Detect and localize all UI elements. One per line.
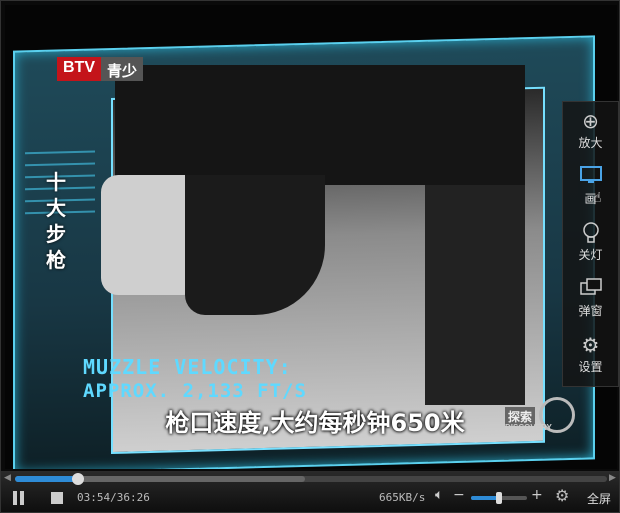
discovery-watermark: 探索 DISCOVERY	[505, 395, 575, 435]
side-menu-label: 放大	[578, 136, 603, 150]
rifle-magazine	[425, 185, 525, 405]
rifle-body	[115, 65, 525, 185]
rifle-trigger-guard	[185, 175, 325, 315]
seek-thumb[interactable]	[72, 473, 85, 485]
pause-icon	[13, 491, 17, 505]
side-menu-item-zoom[interactable]: ⊕ 放大	[563, 104, 618, 156]
side-menu-label: 关灯	[578, 248, 603, 262]
side-menu-item-screen[interactable]: 画 ☝	[563, 160, 618, 212]
volume-slider[interactable]	[471, 492, 527, 504]
volume-icon[interactable]: 🔈︎	[435, 487, 443, 503]
pause-button[interactable]	[13, 491, 25, 505]
hud-text-line1: MUZZLE VELOCITY:	[83, 355, 292, 379]
volume-thumb[interactable]	[496, 492, 502, 504]
channel-logo-secondary: 青少	[101, 57, 144, 81]
seek-bar[interactable]	[15, 473, 607, 485]
side-menu-item-lights-off[interactable]: 关灯	[563, 216, 618, 268]
side-menu-label: 弹窗	[578, 304, 603, 318]
side-menu-label: 设置	[578, 360, 603, 374]
stop-button[interactable]	[51, 492, 63, 504]
popup-window-icon	[579, 278, 603, 300]
volume-fill	[471, 496, 499, 500]
video-side-title: 十大步枪	[46, 170, 66, 272]
side-menu: ⊕ 放大 画 ☝ 关灯 弹窗 ⚙ 设置	[562, 101, 619, 387]
channel-logo-primary: BTV	[57, 57, 101, 81]
fullscreen-button[interactable]: 全屏	[587, 490, 611, 507]
side-menu-item-popup[interactable]: 弹窗	[563, 272, 618, 324]
side-menu-item-settings[interactable]: ⚙ 设置	[563, 328, 618, 380]
video-area[interactable]: BTV 青少 十大步枪 MUZZLE VELOCITY: APPROX. 2,1…	[5, 5, 617, 469]
seek-back-arrow-icon[interactable]: ◀	[4, 473, 11, 483]
control-bar: ◀ ▶ 03:54/36:26 665KB/s 🔈︎ − + ⚙ 全屏	[1, 471, 619, 512]
video-player: BTV 青少 十大步枪 MUZZLE VELOCITY: APPROX. 2,1…	[0, 0, 620, 513]
seek-forward-arrow-icon[interactable]: ▶	[609, 473, 616, 483]
light-bulb-icon	[579, 222, 603, 244]
channel-logo: BTV 青少	[57, 57, 144, 81]
hud-text-line2: APPROX. 2,133 FT/S	[83, 380, 307, 402]
zoom-in-icon: ⊕	[582, 109, 599, 133]
screen-icon	[579, 166, 603, 188]
settings-gear-icon[interactable]: ⚙	[555, 486, 569, 505]
volume-up-button[interactable]: +	[531, 487, 543, 503]
watermark-sub: DISCOVERY	[505, 423, 552, 432]
volume-down-button[interactable]: −	[453, 487, 465, 503]
download-speed: 665KB/s	[379, 491, 426, 504]
time-display: 03:54/36:26	[77, 491, 150, 504]
hand-cursor-icon: ☝	[593, 190, 602, 206]
gear-icon: ⚙	[581, 333, 600, 357]
seek-progress	[15, 476, 79, 482]
